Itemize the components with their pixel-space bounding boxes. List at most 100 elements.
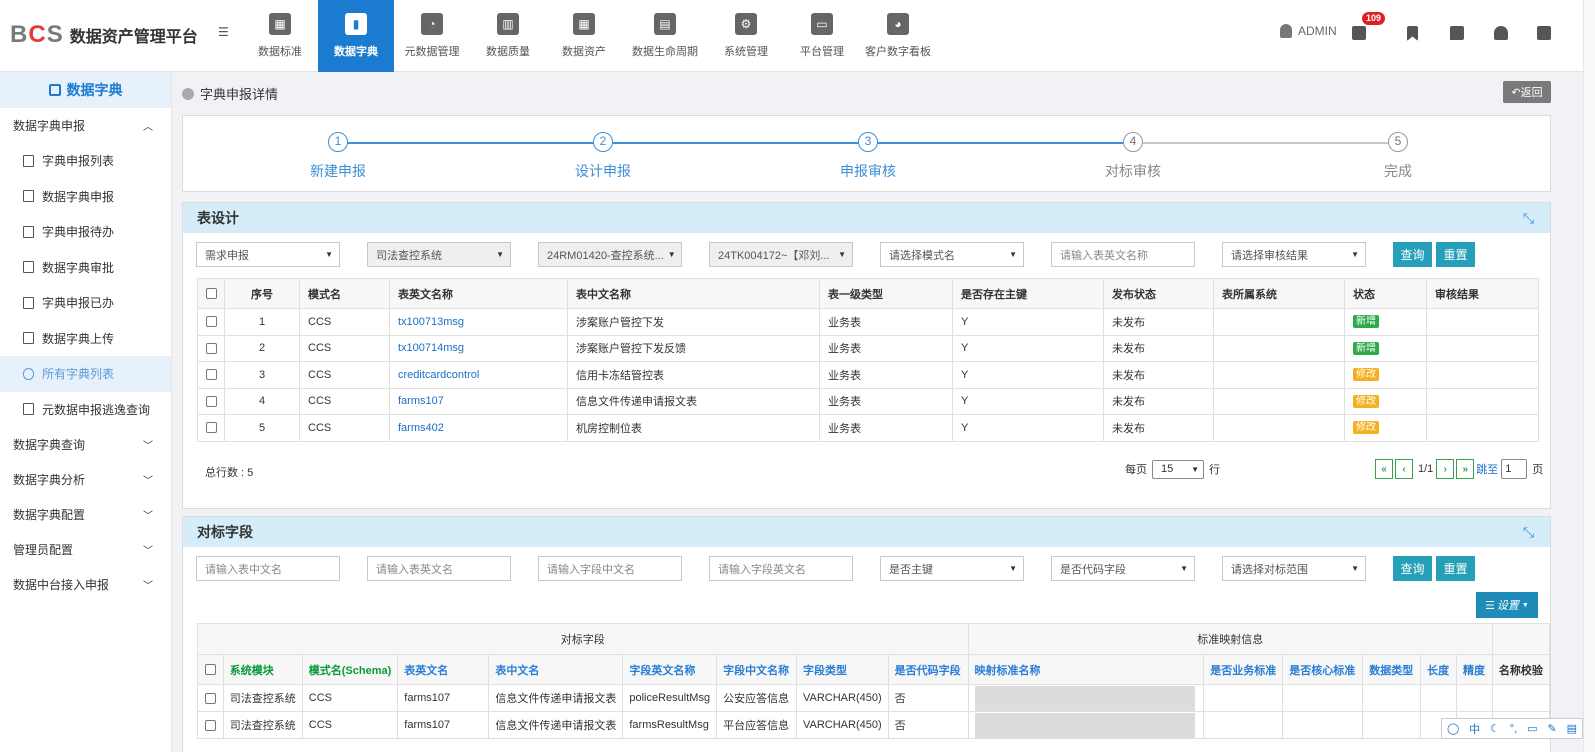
window-scrollbar[interactable]	[1583, 0, 1595, 752]
sidebar-item-dictionary-upload[interactable]: 数据字典上传	[0, 321, 171, 357]
nav-data-quality[interactable]: ▥ 数据质量	[470, 0, 546, 72]
row-checkbox[interactable]	[197, 711, 224, 739]
bookmark-icon[interactable]	[1407, 26, 1418, 41]
table-row[interactable]: 司法查控系统 CCS farms107 信息文件传递申请报文表 farmsRes…	[197, 711, 1550, 739]
step-5: 5 完成	[1384, 132, 1412, 179]
list-icon[interactable]	[1352, 26, 1366, 40]
logout-icon[interactable]	[1537, 26, 1551, 40]
table-row[interactable]: 1 CCS tx100713msg 涉案账户管控下发 业务表 Y 未发布 新增	[197, 308, 1539, 336]
sidebar-group-dictionary-declaration[interactable]: 数据字典申报 ︿	[0, 108, 171, 143]
sidebar-item-dictionary-approval[interactable]: 数据字典审批	[0, 250, 171, 286]
review-result-select[interactable]: 请选择审核结果 ▼	[1222, 242, 1366, 267]
system-select[interactable]: 司法查控系统 ▼	[367, 242, 511, 267]
chevron-up-icon: ︿	[143, 122, 153, 133]
query-button[interactable]: 查询	[1393, 242, 1432, 267]
settings-button[interactable]: ☰ 设置 ▼	[1476, 592, 1538, 618]
table-name-link[interactable]: farms402	[389, 414, 568, 442]
jump-link[interactable]: 跳至	[1476, 461, 1498, 477]
document-icon	[23, 154, 34, 167]
mapping-standard-cell[interactable]	[967, 711, 1205, 739]
table-en-name-input[interactable]: 请输入表英文名	[367, 556, 511, 581]
task-select[interactable]: 24TK004172~【邓刘... ▼	[709, 242, 853, 267]
nav-data-assets[interactable]: ▦ 数据资产	[546, 0, 622, 72]
table-name-link[interactable]: farms107	[389, 387, 568, 415]
sidebar-item-metadata-escape-query[interactable]: 元数据申报逃逸查询	[0, 392, 171, 428]
schema-select[interactable]: 请选择模式名 ▼	[880, 242, 1024, 267]
reset-button[interactable]: 重置	[1436, 242, 1475, 267]
sidebar-group-dictionary-analysis[interactable]: 数据字典分析 ﹀	[0, 462, 171, 497]
table-name-link[interactable]: tx100713msg	[389, 308, 568, 336]
sidebar-group-admin-config[interactable]: 管理员配置 ﹀	[0, 532, 171, 567]
table-row[interactable]: 2 CCS tx100714msg 涉案账户管控下发反馈 业务表 Y 未发布 新…	[197, 334, 1539, 362]
nav-system-management[interactable]: ⚙ 系统管理	[708, 0, 784, 72]
ime-toolbar[interactable]: ◯ 中 ☾ °, ▭ ✎ ▤	[1441, 718, 1583, 739]
table-name-link[interactable]: creditcardcontrol	[389, 361, 568, 389]
table-row[interactable]: 5 CCS farms402 机房控制位表 业务表 Y 未发布 修改	[197, 414, 1539, 442]
table-name-link[interactable]: tx100714msg	[389, 334, 568, 362]
code-field-select[interactable]: 是否代码字段 ▼	[1051, 556, 1195, 581]
first-page-button[interactable]: «	[1375, 459, 1393, 479]
step-1: 1 新建申报	[310, 132, 366, 179]
row-checkbox[interactable]	[197, 414, 225, 442]
menu-toggle-icon[interactable]: ☰	[218, 25, 232, 39]
nav-data-lifecycle[interactable]: ▤ 数据生命周期	[622, 0, 708, 72]
keyboard-icon[interactable]: ▭	[1527, 722, 1537, 735]
row-checkbox[interactable]	[197, 684, 224, 712]
page-size-select[interactable]: 15 ▼	[1152, 459, 1204, 479]
primary-key-select[interactable]: 是否主键 ▼	[880, 556, 1024, 581]
clipboard-icon: ▤	[654, 13, 676, 35]
reset-button[interactable]: 重置	[1436, 556, 1475, 581]
key-icon[interactable]	[1494, 26, 1508, 40]
sidebar-group-dictionary-query[interactable]: 数据字典查询 ﹀	[0, 427, 171, 462]
notification-badge: 109	[1362, 12, 1386, 25]
jump-page-input[interactable]: 1	[1501, 459, 1528, 479]
user-menu[interactable]: ADMIN	[1280, 24, 1337, 38]
sidebar-item-declaration-done[interactable]: 字典申报已办	[0, 285, 171, 321]
search-icon[interactable]: ◯	[1447, 722, 1459, 735]
field-en-name-input[interactable]: 请输入字段英文名	[709, 556, 853, 581]
ime-language[interactable]: 中	[1469, 721, 1480, 737]
chevron-down-icon: ﹀	[143, 476, 153, 487]
wrench-icon[interactable]: ✎	[1547, 722, 1556, 735]
select-all-checkbox[interactable]	[197, 654, 224, 685]
row-checkbox[interactable]	[197, 334, 225, 362]
message-icon[interactable]	[1450, 26, 1464, 40]
demand-type-select[interactable]: 需求申报 ▼	[196, 242, 340, 267]
app-logo[interactable]: BCS 数据资产管理平台	[10, 20, 198, 50]
punctuation-icon[interactable]: °,	[1510, 723, 1517, 735]
collapse-icon[interactable]: ⤡	[1521, 524, 1536, 540]
sidebar-item-declaration-list[interactable]: 字典申报列表	[0, 143, 171, 179]
nav-data-dictionary[interactable]: ▮ 数据字典	[318, 0, 394, 72]
nav-data-standard[interactable]: ▦ 数据标准	[242, 0, 318, 72]
table-row[interactable]: 司法查控系统 CCS farms107 信息文件传递申请报文表 policeRe…	[197, 684, 1550, 712]
sidebar-item-all-dictionaries[interactable]: 所有字典列表	[0, 356, 171, 392]
nav-platform-management[interactable]: ▭ 平台管理	[784, 0, 860, 72]
prev-page-button[interactable]: ‹	[1395, 459, 1413, 479]
row-checkbox[interactable]	[197, 387, 225, 415]
last-page-button[interactable]: »	[1456, 459, 1475, 479]
clipboard-icon[interactable]: ▤	[1567, 722, 1577, 735]
row-checkbox[interactable]	[197, 361, 225, 389]
table-row[interactable]: 3 CCS creditcardcontrol 信用卡冻结管控表 业务表 Y 未…	[197, 361, 1539, 389]
table-row[interactable]: 4 CCS farms107 信息文件传递申请报文表 业务表 Y 未发布 修改	[197, 387, 1539, 415]
table-en-name-input[interactable]: 请输入表英文名称	[1051, 242, 1195, 267]
sidebar-group-data-platform-access[interactable]: 数据中台接入申报 ﹀	[0, 567, 171, 602]
main-content: 字典申报详情 ↶ 返回 1 新建申报 2 设计申报 3 申报审核 4 对标审核 5 完成 表…	[172, 72, 1583, 752]
benchmark-range-select[interactable]: 请选择对标范围 ▼	[1222, 556, 1366, 581]
nav-customer-dashboard[interactable]: ◕ 客户数字看板	[860, 0, 936, 72]
sidebar-item-dictionary-declaration[interactable]: 数据字典申报	[0, 179, 171, 215]
collapse-icon[interactable]: ⤡	[1521, 210, 1536, 226]
table-cn-name-input[interactable]: 请输入表中文名	[196, 556, 340, 581]
back-button[interactable]: ↶ 返回	[1503, 81, 1551, 103]
query-button[interactable]: 查询	[1393, 556, 1432, 581]
nav-metadata[interactable]: ◔ 元数据管理	[394, 0, 470, 72]
row-checkbox[interactable]	[197, 308, 225, 336]
mapping-standard-cell[interactable]	[967, 684, 1205, 712]
field-cn-name-input[interactable]: 请输入字段中文名	[538, 556, 682, 581]
sidebar-item-declaration-todo[interactable]: 字典申报待办	[0, 214, 171, 250]
next-page-button[interactable]: ›	[1436, 459, 1455, 479]
requirement-select[interactable]: 24RM01420-查控系统... ▼	[538, 242, 682, 267]
select-all-checkbox[interactable]	[197, 278, 225, 309]
moon-icon[interactable]: ☾	[1490, 722, 1500, 735]
sidebar-group-dictionary-config[interactable]: 数据字典配置 ﹀	[0, 497, 171, 532]
